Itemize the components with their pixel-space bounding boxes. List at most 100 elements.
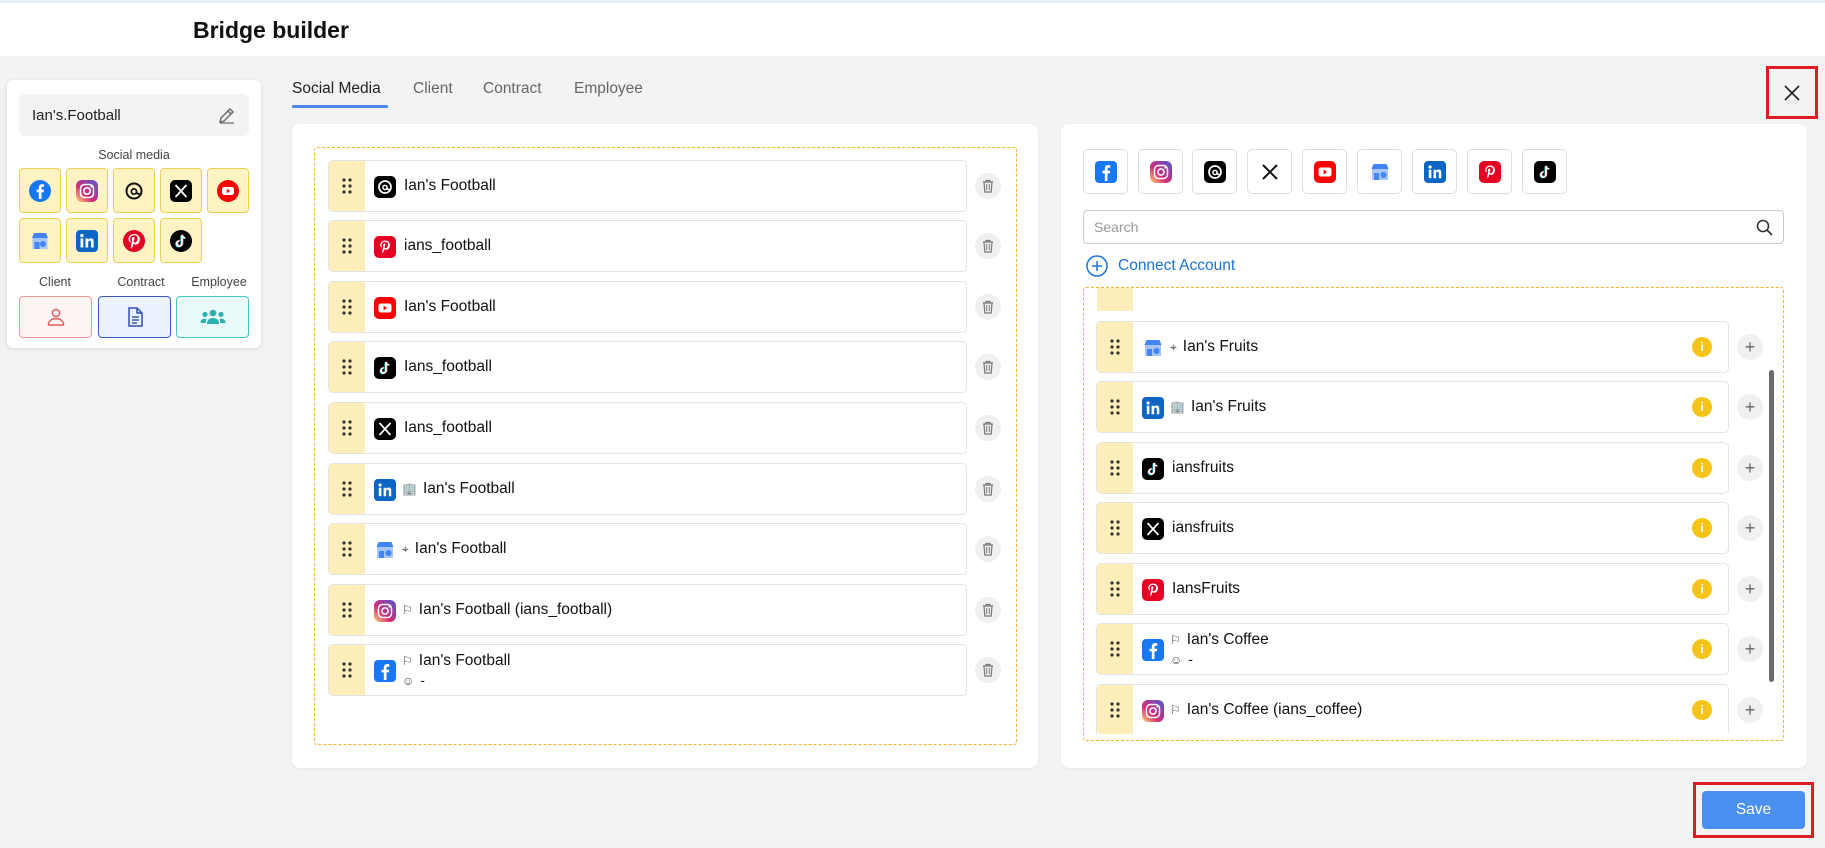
info-icon[interactable]: i bbox=[1692, 337, 1712, 357]
selected-account-row[interactable]: ⚐ Ian's Football ☺ - bbox=[328, 644, 967, 696]
info-icon[interactable]: i bbox=[1692, 397, 1712, 417]
document-icon bbox=[127, 307, 143, 327]
tab-social-media[interactable]: Social Media bbox=[292, 80, 381, 98]
tab-contract[interactable]: Contract bbox=[483, 80, 542, 98]
search-input[interactable] bbox=[1094, 219, 1734, 235]
filter-x[interactable] bbox=[1247, 149, 1292, 194]
available-account-row[interactable]: IansFruits i bbox=[1096, 563, 1729, 615]
pinterest-tile[interactable] bbox=[113, 218, 155, 263]
drag-handle-icon[interactable] bbox=[329, 161, 365, 211]
add-account-button[interactable]: + bbox=[1737, 636, 1763, 662]
linkedin-tile[interactable] bbox=[66, 218, 108, 263]
tab-employee[interactable]: Employee bbox=[574, 80, 643, 98]
trash-icon[interactable] bbox=[975, 415, 1001, 441]
close-button[interactable] bbox=[1766, 66, 1818, 119]
filter-google-business[interactable] bbox=[1357, 149, 1402, 194]
info-icon[interactable]: i bbox=[1692, 639, 1712, 659]
account-sub-line: ☺ - bbox=[1170, 651, 1193, 667]
filter-threads[interactable] bbox=[1192, 149, 1237, 194]
employee-tile[interactable] bbox=[176, 296, 249, 338]
info-icon[interactable]: i bbox=[1692, 458, 1712, 478]
filter-youtube[interactable] bbox=[1302, 149, 1347, 194]
available-account-row[interactable]: ⚐ Ian's Coffee ☺ - i bbox=[1096, 623, 1729, 675]
google-business-tile[interactable] bbox=[19, 218, 61, 263]
tab-client[interactable]: Client bbox=[413, 80, 453, 98]
facebook-tile[interactable] bbox=[19, 168, 61, 213]
drag-handle-icon[interactable] bbox=[329, 282, 365, 332]
trash-icon[interactable] bbox=[975, 476, 1001, 502]
drag-handle-icon[interactable] bbox=[329, 645, 365, 695]
selected-account-row[interactable]: Ian's Football bbox=[328, 281, 967, 333]
add-account-button[interactable]: + bbox=[1737, 455, 1763, 481]
drag-handle-icon[interactable] bbox=[1097, 503, 1133, 553]
filter-tiktok[interactable] bbox=[1522, 149, 1567, 194]
trash-icon[interactable] bbox=[975, 536, 1001, 562]
trash-icon[interactable] bbox=[975, 354, 1001, 380]
add-account-button[interactable]: + bbox=[1737, 515, 1763, 541]
available-account-row[interactable]: ⚐ Ian's Coffee (ians_coffee) i bbox=[1096, 684, 1729, 734]
instagram-icon bbox=[1142, 700, 1164, 722]
add-account-button[interactable]: + bbox=[1737, 394, 1763, 420]
drag-handle-icon[interactable] bbox=[1097, 564, 1133, 614]
selected-account-row[interactable]: Ians_football bbox=[328, 402, 967, 454]
add-account-button[interactable]: + bbox=[1737, 334, 1763, 360]
selected-account-row[interactable]: ians_football bbox=[328, 220, 967, 272]
trash-icon[interactable] bbox=[975, 597, 1001, 623]
google-business-icon bbox=[32, 232, 48, 249]
add-account-button[interactable]: + bbox=[1737, 697, 1763, 723]
filter-pinterest[interactable] bbox=[1467, 149, 1512, 194]
info-icon[interactable]: i bbox=[1692, 518, 1712, 538]
add-account-button[interactable]: + bbox=[1737, 576, 1763, 602]
x-tile[interactable] bbox=[160, 168, 202, 213]
search-box bbox=[1083, 210, 1784, 244]
info-icon[interactable]: i bbox=[1692, 700, 1712, 720]
available-account-row[interactable]: iansfruits i bbox=[1096, 442, 1729, 494]
selected-account-row[interactable]: ⌖ Ian's Football bbox=[328, 523, 967, 575]
save-button[interactable]: Save bbox=[1702, 791, 1805, 829]
drag-handle-icon[interactable] bbox=[1097, 382, 1133, 432]
drag-handle-icon[interactable] bbox=[1097, 322, 1133, 372]
selected-account-row[interactable]: 🏢 Ian's Football bbox=[328, 463, 967, 515]
connect-account-button[interactable]: Connect Account bbox=[1086, 255, 1235, 277]
account-name: Ian's Coffee bbox=[1186, 631, 1269, 648]
list-scrollbar[interactable] bbox=[1769, 370, 1774, 682]
facebook-icon bbox=[1094, 160, 1117, 183]
available-account-row[interactable]: 🏢 Ian's Fruits i bbox=[1096, 381, 1729, 433]
youtube-tile[interactable] bbox=[207, 168, 249, 213]
drag-handle-icon[interactable] bbox=[1097, 443, 1133, 493]
drag-handle-icon[interactable] bbox=[1097, 685, 1133, 734]
client-tile[interactable] bbox=[19, 296, 92, 338]
account-sub: - bbox=[420, 672, 425, 688]
edit-name-icon[interactable] bbox=[217, 105, 237, 125]
account-name-line: ⚐ Ian's Coffee (ians_coffee) bbox=[1170, 701, 1362, 719]
tiktok-icon bbox=[170, 229, 192, 252]
tiktok-tile[interactable] bbox=[160, 218, 202, 263]
linkedin-icon bbox=[1142, 397, 1164, 419]
trash-icon[interactable] bbox=[975, 233, 1001, 259]
selected-account-row[interactable]: Ian's Football bbox=[328, 160, 967, 212]
youtube-icon bbox=[217, 179, 239, 202]
filter-linkedin[interactable] bbox=[1412, 149, 1457, 194]
info-icon[interactable]: i bbox=[1692, 579, 1712, 599]
connect-account-label: Connect Account bbox=[1118, 257, 1236, 274]
drag-handle-icon[interactable] bbox=[329, 403, 365, 453]
selected-account-row[interactable]: ⚐ Ian's Football (ians_football) bbox=[328, 584, 967, 636]
drag-handle-icon[interactable] bbox=[329, 464, 365, 514]
drag-handle-icon[interactable] bbox=[329, 342, 365, 392]
trash-icon[interactable] bbox=[975, 294, 1001, 320]
threads-tile[interactable] bbox=[113, 168, 155, 213]
available-account-row[interactable]: ⌖ Ian's Fruits i bbox=[1096, 321, 1729, 373]
selected-account-row[interactable]: Ians_football bbox=[328, 341, 967, 393]
filter-instagram[interactable] bbox=[1138, 149, 1183, 194]
drag-handle-icon[interactable] bbox=[329, 221, 365, 271]
trash-icon[interactable] bbox=[975, 657, 1001, 683]
search-icon[interactable] bbox=[1756, 219, 1773, 241]
drag-handle-icon[interactable] bbox=[329, 585, 365, 635]
instagram-tile[interactable] bbox=[66, 168, 108, 213]
contract-tile[interactable] bbox=[98, 296, 171, 338]
filter-facebook[interactable] bbox=[1083, 149, 1128, 194]
available-account-row[interactable]: iansfruits i bbox=[1096, 502, 1729, 554]
drag-handle-icon[interactable] bbox=[1097, 624, 1133, 674]
drag-handle-icon[interactable] bbox=[329, 524, 365, 574]
trash-icon[interactable] bbox=[975, 173, 1001, 199]
